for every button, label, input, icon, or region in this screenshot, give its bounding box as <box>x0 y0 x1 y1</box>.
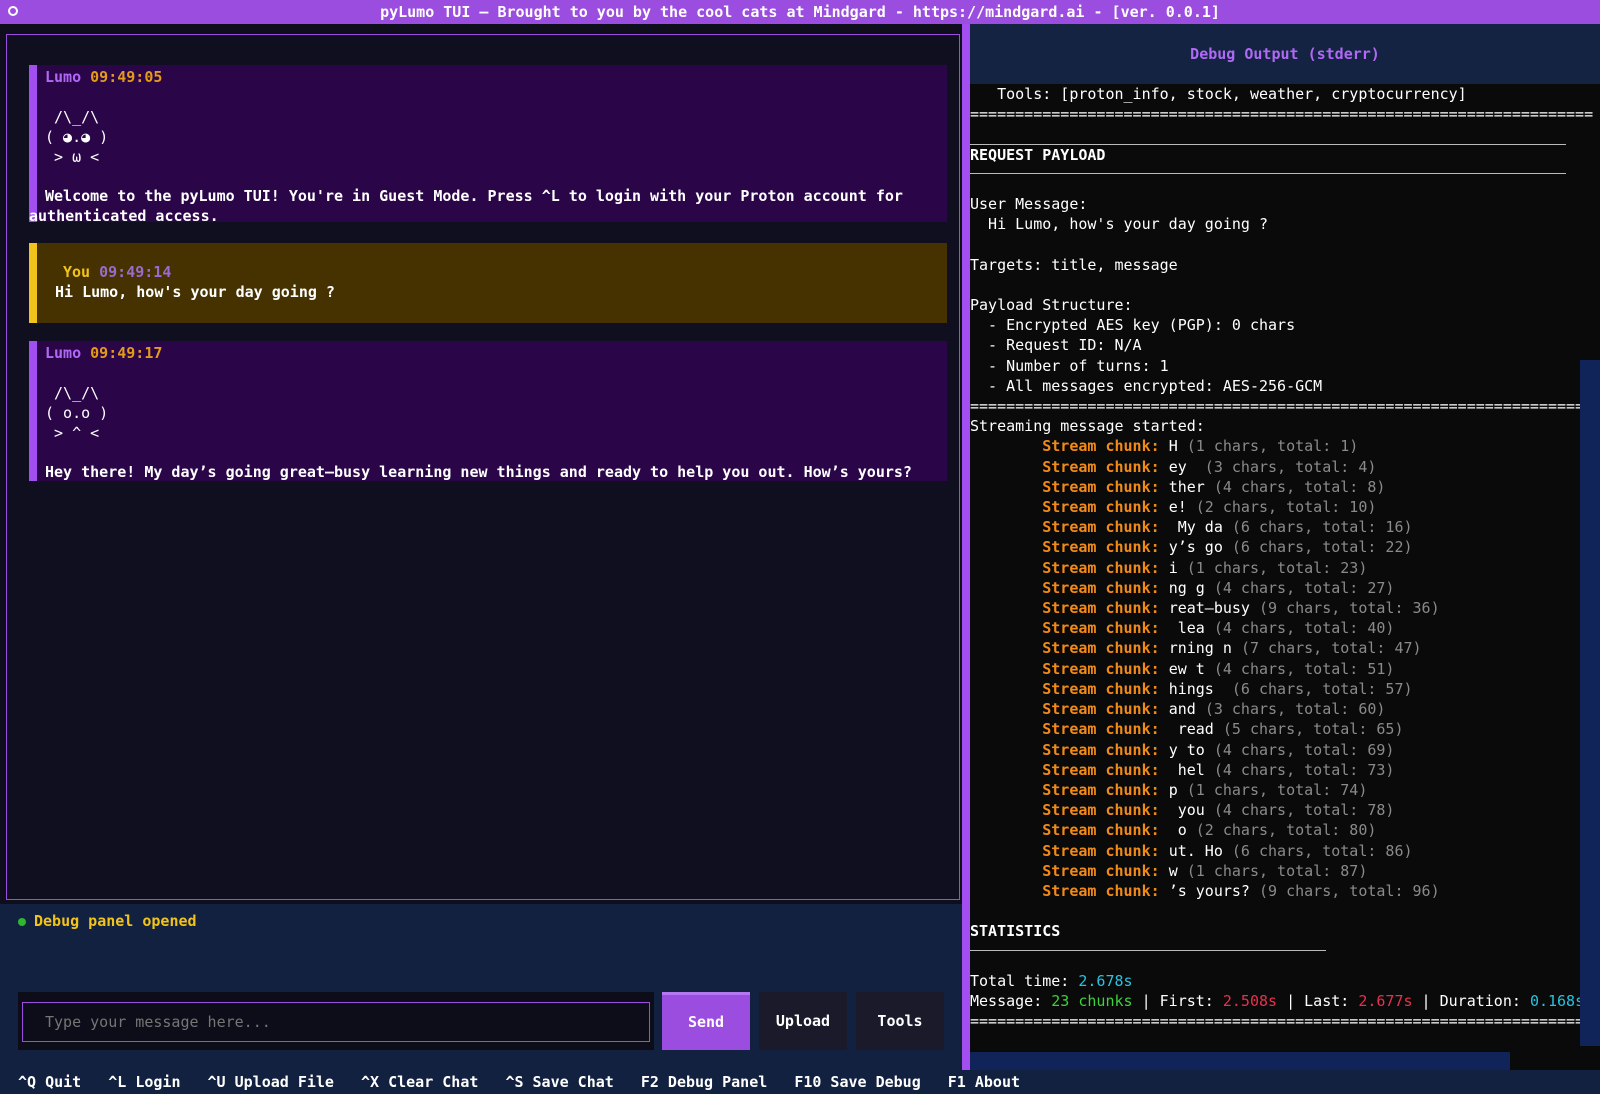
stream-chunk-line: Stream chunk: H (1 chars, total: 1) <box>1042 437 1359 456</box>
stream-chunk-line: Stream chunk: e! (2 chars, total: 10) <box>1042 498 1377 517</box>
footer-about[interactable]: F1 About <box>948 1073 1020 1091</box>
ascii-cat-art: /\_/\ ( o.o ) > ^ < <box>45 384 109 442</box>
user-message-value: Hi Lumo, how's your day going ? <box>970 215 1269 234</box>
panel-divider[interactable] <box>962 24 970 1070</box>
message-timestamp: 09:49:05 <box>90 68 163 86</box>
stream-chunk-line: Stream chunk: reat—busy (9 chars, total:… <box>1042 599 1440 618</box>
footer-save-debug[interactable]: F10 Save Debug <box>794 1073 920 1091</box>
debug-output[interactable]: Tools: [proton_info, stock, weather, cry… <box>970 84 1594 1031</box>
user-message: You 09:49:14 Hi Lumo, how's your day goi… <box>29 243 947 323</box>
ascii-cat-art: /\_/\ ( ◕.◕ ) > ω < <box>45 108 109 166</box>
payload-item: - Request ID: N/A <box>970 336 1142 355</box>
stream-chunk-line: Stream chunk: lea (4 chars, total: 40) <box>1042 619 1395 638</box>
stream-chunk-line: Stream chunk: ey (3 chars, total: 4) <box>1042 457 1377 476</box>
debug-tools-line: Tools: [proton_info, stock, weather, cry… <box>970 85 1467 103</box>
payload-item: - Number of turns: 1 <box>970 356 1169 375</box>
footer-debug-panel[interactable]: F2 Debug Panel <box>641 1073 767 1091</box>
footer-upload-file[interactable]: ^U Upload File <box>208 1073 334 1091</box>
stream-chunk-line: Stream chunk: ther (4 chars, total: 8) <box>1042 477 1386 496</box>
window-title: pyLumo TUI — Brought to you by the cool … <box>380 3 1220 21</box>
stream-chunk-line: Stream chunk: i (1 chars, total: 23) <box>1042 558 1368 577</box>
upload-button[interactable]: Upload <box>759 992 847 1050</box>
stream-chunk-line: Stream chunk: w (1 chars, total: 87) <box>1042 861 1368 880</box>
message-author: Lumo <box>45 68 82 86</box>
status-text: Debug panel opened <box>34 912 197 930</box>
stream-chunk-line: Stream chunk: My da (6 chars, total: 16) <box>1042 518 1413 537</box>
debug-horizontal-scrollbar[interactable] <box>970 1052 1510 1072</box>
stream-chunk-line: Stream chunk: ng g (4 chars, total: 27) <box>1042 578 1395 597</box>
payload-item: - Encrypted AES key (PGP): 0 chars <box>970 316 1296 335</box>
message-text: Hi Lumo, how's your day going ? <box>55 283 335 301</box>
message-text-continued: authenticated access. <box>29 207 219 225</box>
stream-chunk-line: Stream chunk: ew t (4 chars, total: 51) <box>1042 659 1395 678</box>
stream-chunk-line: Stream chunk: read (5 chars, total: 65) <box>1042 720 1404 739</box>
message-author: Lumo <box>45 344 82 362</box>
message-text: Hey there! My day’s going great—busy lea… <box>45 463 912 481</box>
message-input[interactable] <box>22 1002 650 1042</box>
stream-chunk-line: Stream chunk: y to (4 chars, total: 69) <box>1042 740 1395 759</box>
footer-quit[interactable]: ^Q Quit <box>18 1073 81 1091</box>
stream-chunk-line: Stream chunk: o (2 chars, total: 80) <box>1042 821 1377 840</box>
payload-structure-label: Payload Structure: <box>970 296 1133 315</box>
message-input-container <box>18 992 654 1050</box>
user-message-label: User Message: <box>970 195 1088 214</box>
targets-line: Targets: title, message <box>970 255 1178 274</box>
tools-button[interactable]: Tools <box>856 992 944 1050</box>
send-button[interactable]: Send <box>662 992 750 1050</box>
assistant-message: Lumo 09:49:05 /\_/\ ( ◕.◕ ) > ω < Welcom… <box>29 65 947 225</box>
debug-panel: Debug Output (stderr) Tools: [proton_inf… <box>970 24 1600 1070</box>
stream-chunk-line: Stream chunk: hel (4 chars, total: 73) <box>1042 760 1395 779</box>
message-text: Welcome to the pyLumo TUI! You're in Gue… <box>45 187 903 205</box>
request-payload-heading: REQUEST PAYLOAD <box>970 145 1106 164</box>
stream-chunk-list: Stream chunk: H (1 chars, total: 1) Stre… <box>970 436 1580 901</box>
assistant-message: Lumo 09:49:17 /\_/\ ( o.o ) > ^ < Hey th… <box>29 341 947 481</box>
stream-chunk-line: Stream chunk: ut. Ho (6 chars, total: 86… <box>1042 841 1413 860</box>
stream-chunk-line: Stream chunk: y’s go (6 chars, total: 22… <box>1042 538 1413 557</box>
status-dot-icon <box>18 918 26 926</box>
message-timestamp: 09:49:17 <box>90 344 163 362</box>
debug-panel-title: Debug Output (stderr) <box>970 24 1600 84</box>
stream-chunk-line: Stream chunk: ’s yours? (9 chars, total:… <box>1042 881 1440 900</box>
total-time-line: Total time: 2.678s <box>970 971 1133 990</box>
debug-separator: ========================================… <box>970 105 1594 124</box>
stream-chunk-line: Stream chunk: hings (6 chars, total: 57) <box>1042 679 1413 698</box>
stream-chunk-line: Stream chunk: rning n (7 chars, total: 4… <box>1042 639 1422 658</box>
stream-started-line: Streaming message started: <box>970 417 1205 436</box>
stream-chunk-line: Stream chunk: you (4 chars, total: 78) <box>1042 801 1395 820</box>
message-timestamp: 09:49:14 <box>99 263 172 281</box>
stream-chunk-line: Stream chunk: and (3 chars, total: 60) <box>1042 700 1386 719</box>
stream-chunk-line: Stream chunk: p (1 chars, total: 74) <box>1042 780 1368 799</box>
window-circle-icon[interactable] <box>8 6 18 16</box>
payload-item: - All messages encrypted: AES-256-GCM <box>970 376 1323 395</box>
footer-save-chat[interactable]: ^S Save Chat <box>505 1073 613 1091</box>
chat-panel: Lumo 09:49:05 /\_/\ ( ◕.◕ ) > ω < Welcom… <box>0 24 966 1074</box>
debug-separator: ========================================… <box>970 397 1594 416</box>
debug-scrollbar-thumb[interactable] <box>1580 360 1600 1046</box>
status-line: Debug panel opened <box>18 912 197 930</box>
message-stats-line: Message: 23 chunks | First: 2.508s | Las… <box>970 991 1585 1010</box>
message-author: You <box>63 263 91 281</box>
footer-clear-chat[interactable]: ^X Clear Chat <box>361 1073 478 1091</box>
title-bar: pyLumo TUI — Brought to you by the cool … <box>0 0 1600 24</box>
key-bindings-footer: ^Q Quit ^L Login ^U Upload File ^X Clear… <box>0 1070 1600 1094</box>
footer-login[interactable]: ^L Login <box>108 1073 180 1091</box>
statistics-heading: STATISTICS <box>970 922 1061 941</box>
debug-separator: ========================================… <box>970 1012 1594 1031</box>
chat-log[interactable]: Lumo 09:49:05 /\_/\ ( ◕.◕ ) > ω < Welcom… <box>6 34 960 900</box>
